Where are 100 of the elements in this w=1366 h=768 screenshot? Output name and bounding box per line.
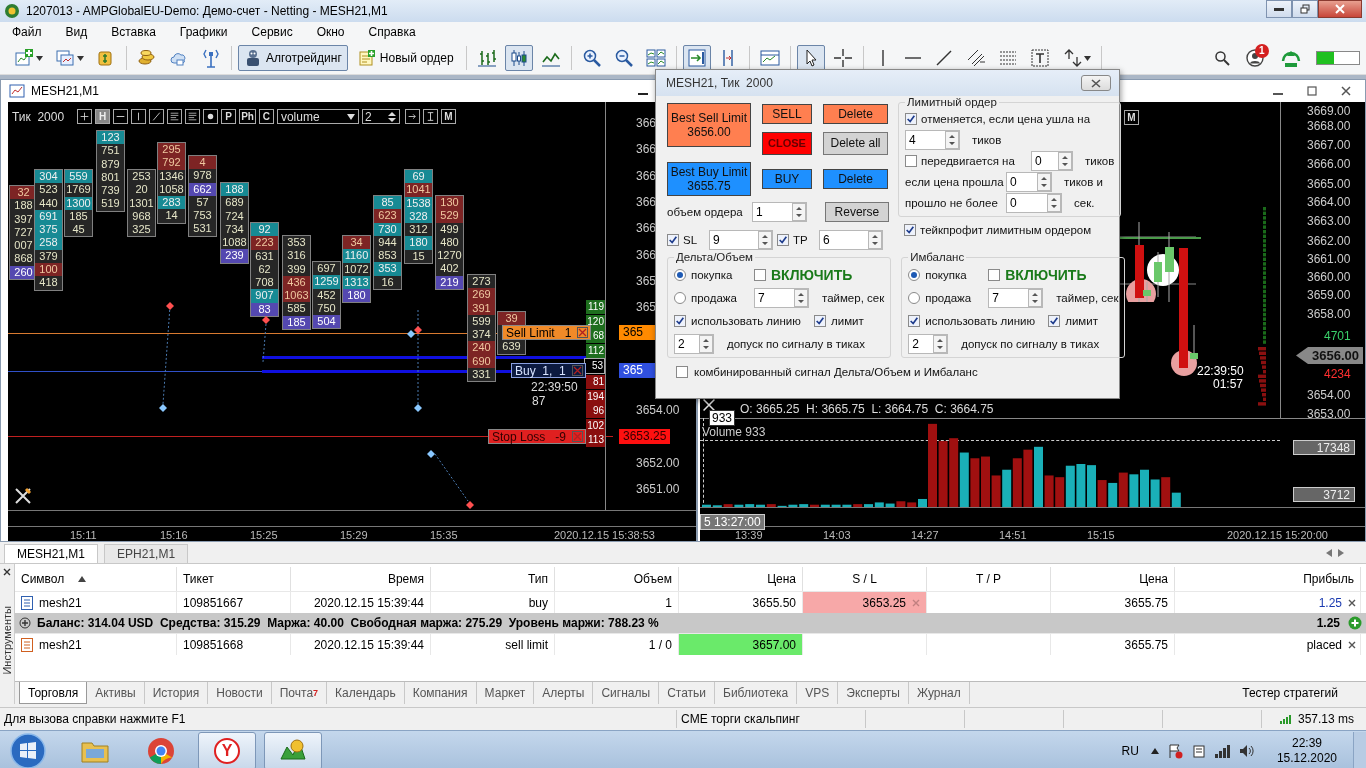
menu-item[interactable]: Файл	[4, 25, 58, 39]
checkbox-label[interactable]: ВКЛЮЧИТЬ	[771, 266, 853, 283]
number-field[interactable]: 4	[905, 129, 960, 150]
spin-arrows-icon[interactable]	[933, 334, 948, 353]
checkbox[interactable]	[674, 314, 686, 327]
reverse-button[interactable]: Reverse	[824, 202, 889, 222]
language-indicator[interactable]: RU	[1121, 744, 1139, 758]
algo-trading-button[interactable]: Алготрейдинг	[238, 45, 348, 71]
order-button[interactable]: SELL	[762, 104, 812, 124]
checkbox-label[interactable]: тейкпрофит лимитным ордером	[920, 224, 1092, 236]
radio-button[interactable]	[908, 268, 921, 281]
diagonal-line-button[interactable]	[149, 109, 165, 124]
radio-button[interactable]	[674, 291, 686, 304]
best-buy-limit-button[interactable]: Best Buy Limit 3655.75	[667, 162, 751, 196]
checkbox[interactable]	[905, 112, 917, 125]
number-field[interactable]: 2	[674, 333, 714, 354]
menu-item[interactable]: Вид	[57, 25, 104, 39]
order-label[interactable]: Stop Loss -9	[488, 429, 587, 444]
checkbox-label[interactable]: TP	[793, 234, 815, 246]
chart-tool-button[interactable]: C	[258, 109, 274, 124]
close-icon[interactable]	[1341, 86, 1351, 96]
spin-arrows-icon[interactable]	[791, 203, 806, 221]
panel-tab[interactable]: Календарь	[327, 682, 405, 704]
number-field[interactable]: 6	[819, 230, 883, 250]
checkbox-label[interactable]: лимит	[831, 314, 864, 327]
panel-tab[interactable]: Сигналы	[593, 682, 660, 704]
checkbox[interactable]	[905, 154, 917, 167]
chart-tab[interactable]: MESH21,M1	[4, 544, 99, 563]
speaker-icon[interactable]	[1238, 744, 1255, 758]
maximize-icon[interactable]	[1307, 86, 1317, 96]
indicator-dropdown[interactable]: volume	[276, 109, 359, 124]
number-field[interactable]: 0	[1031, 150, 1073, 171]
column-header[interactable]: S / L	[803, 567, 927, 591]
checkbox[interactable]	[777, 234, 789, 246]
column-header[interactable]: Тикет	[177, 567, 291, 591]
order-label[interactable]: Sell Limit 1	[502, 325, 592, 340]
spin-arrows-icon[interactable]	[758, 231, 772, 249]
text-lines-button[interactable]	[167, 109, 183, 124]
checkbox[interactable]	[676, 366, 688, 378]
panel-tab[interactable]: Активы	[87, 682, 145, 704]
column-header[interactable]: T / P	[927, 567, 1051, 591]
checkbox-label[interactable]: использовать линию	[925, 314, 1044, 327]
order-button[interactable]: Delete all	[823, 131, 888, 155]
step-field[interactable]: 2	[361, 109, 400, 124]
order-button[interactable]: Delete	[823, 169, 888, 189]
number-field[interactable]: 7	[754, 287, 809, 308]
number-field[interactable]: 0	[1006, 192, 1062, 213]
checkbox-label[interactable]: лимит	[1065, 314, 1098, 327]
spin-arrows-icon[interactable]	[699, 334, 713, 353]
close-icon[interactable]	[1348, 640, 1356, 649]
candlestick-button[interactable]	[504, 45, 533, 71]
radio-label[interactable]: продажа	[691, 291, 749, 304]
ibeam-button[interactable]	[422, 109, 438, 124]
close-button[interactable]	[1318, 0, 1362, 18]
chart-tool-button[interactable]: M	[1124, 110, 1139, 125]
panel-tab[interactable]: Алерты	[534, 682, 594, 704]
plus-button[interactable]	[77, 109, 93, 124]
new-order-button[interactable]: Новый ордер	[351, 45, 460, 71]
panel-tab[interactable]: Компания	[404, 682, 477, 704]
dot-button[interactable]	[203, 109, 219, 124]
flag-icon[interactable]	[1166, 743, 1183, 759]
spin-arrows-icon[interactable]	[1037, 172, 1051, 191]
cursor-button[interactable]	[796, 45, 825, 71]
spin-arrows-icon[interactable]	[1047, 193, 1061, 212]
radio-button[interactable]	[674, 268, 686, 281]
checkbox[interactable]	[814, 314, 826, 327]
close-button[interactable]	[1081, 75, 1111, 91]
column-header[interactable]: Объем	[555, 567, 679, 591]
spin-arrows-icon[interactable]	[1028, 288, 1043, 307]
column-header[interactable]: Время	[291, 567, 431, 591]
panel-tab[interactable]: VPS	[797, 682, 839, 704]
panel-tab[interactable]: Новости	[208, 682, 272, 704]
spin-arrows-icon[interactable]	[1058, 151, 1072, 170]
number-field[interactable]: 7	[988, 287, 1044, 308]
close-icon[interactable]	[1348, 598, 1356, 607]
checkbox-label[interactable]: ВКЛЮЧИТЬ	[1005, 266, 1087, 283]
strategy-tester-tab[interactable]: Тестер стратегий	[1234, 682, 1346, 704]
menu-item[interactable]: Графики	[171, 25, 244, 39]
panel-tab[interactable]: Статьи	[659, 682, 715, 704]
radio-label[interactable]: покупка	[691, 268, 749, 281]
order-label[interactable]: Buy 1, 1	[511, 363, 586, 378]
checkbox[interactable]	[754, 268, 766, 281]
spin-arrows-icon[interactable]	[794, 288, 808, 307]
radio-button[interactable]	[908, 291, 921, 304]
chart-tool-button[interactable]: M	[440, 109, 456, 124]
checkbox-label[interactable]: использовать линию	[691, 314, 809, 327]
menu-item[interactable]: Сервис	[243, 25, 309, 39]
panel-tab[interactable]: Журнал	[909, 682, 970, 704]
close-icon[interactable]	[3, 568, 11, 576]
column-header[interactable]: Символ	[15, 567, 177, 591]
minimize-button[interactable]	[1266, 0, 1292, 18]
signal-bars-icon[interactable]	[1214, 744, 1231, 758]
text-lines-button[interactable]	[185, 109, 201, 124]
checkbox-label[interactable]: отменяется, если цена ушла на	[921, 112, 1091, 125]
panel-tab[interactable]: Торговля	[19, 682, 88, 704]
column-header[interactable]: Цена	[1051, 567, 1175, 591]
menu-item[interactable]: Справка	[360, 25, 432, 39]
column-header[interactable]: Прибыль	[1175, 567, 1361, 591]
checkbox[interactable]	[908, 314, 921, 327]
panel-tab[interactable]: Библиотека	[715, 682, 798, 704]
